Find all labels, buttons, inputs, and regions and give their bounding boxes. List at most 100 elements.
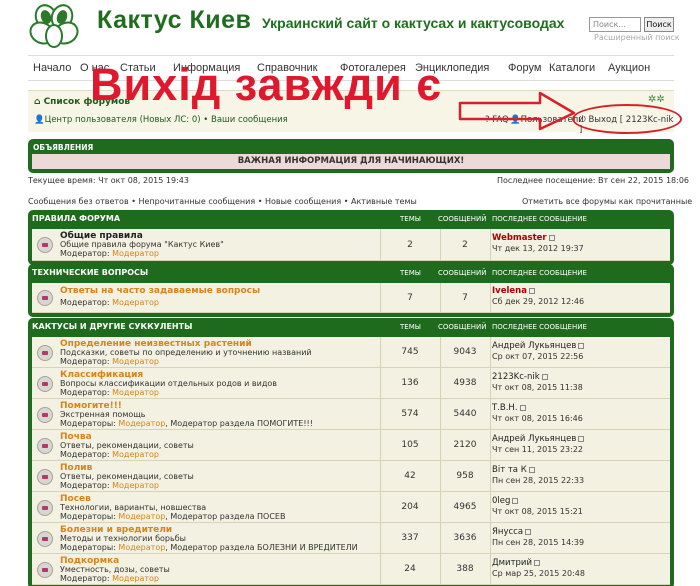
last-post-author[interactable]: Андрей Лукьянцев <box>492 341 585 351</box>
forum-row[interactable]: Почва Ответы, рекомендации, советы Модерат… <box>32 430 670 461</box>
forum-category: КАКТУСЫ И ДРУГИЕ СУККУЛЕНТЫ ТЕМЫ СООБЩЕНИЙ… <box>28 318 674 586</box>
moderator-link[interactable]: Модератор <box>112 357 159 366</box>
ucp-link[interactable]: 👤Центр пользователя (Новых ЛС: 0) • Ваши… <box>34 115 288 125</box>
col-last-header: ПОСЛЕДНЕЕ СООБЩЕНИЕ <box>492 215 587 223</box>
last-post-author[interactable]: Webmaster <box>492 233 555 243</box>
view-latest-post-icon[interactable] <box>533 559 540 566</box>
forum-description: Уместность, дозы, советы <box>60 565 170 574</box>
forum-description: Общие правила форума "Кактус Киев" <box>60 240 224 249</box>
last-post-author-name: 2123Kc-nik <box>492 372 540 382</box>
view-latest-post-icon[interactable] <box>528 466 535 473</box>
forum-row[interactable]: Классификация Вопросы классификации отдел… <box>32 368 670 399</box>
nav-item-home[interactable]: Начало <box>33 62 71 74</box>
moderator-extra[interactable]: , Модератор раздела ПОСЕВ <box>165 512 285 521</box>
category-title[interactable]: КАКТУСЫ И ДРУГИЕ СУККУЛЕНТЫ <box>32 322 192 331</box>
advanced-search-link[interactable]: Расширенный поиск <box>594 33 680 42</box>
column-divider <box>490 492 491 523</box>
moderator-extra[interactable]: , Модератор раздела ПОМОГИТЕ!!! <box>165 419 313 428</box>
search-input[interactable]: Поиск... <box>589 17 641 32</box>
current-time: Текущее время: Чт окт 08, 2015 19:43 <box>28 176 189 185</box>
moderator-prefix: Модераторы: <box>60 543 116 552</box>
moderator-link[interactable]: Модератор <box>112 574 159 583</box>
forum-row[interactable]: Общие правила Общие правила форума "Какту… <box>32 229 670 261</box>
forum-name-link[interactable]: Ответы на часто задаваемые вопросы <box>60 286 260 296</box>
moderator-link[interactable]: Модератор <box>112 388 159 397</box>
view-latest-post-icon[interactable] <box>541 373 548 380</box>
moderator-link[interactable]: Модератор <box>118 419 165 428</box>
view-latest-post-icon[interactable] <box>528 287 535 294</box>
last-post-author-name: Андрей Лукьянцев <box>492 434 577 444</box>
forum-description: Методы и технологии борьбы <box>60 534 186 543</box>
view-latest-post-icon[interactable] <box>519 404 526 411</box>
search-button[interactable]: Поиск <box>644 17 674 32</box>
forum-topic-count: 574 <box>401 409 419 419</box>
last-post-author[interactable]: Ivelena <box>492 286 535 296</box>
last-visit: Последнее посещение: Вт сен 22, 2015 18:… <box>497 176 689 185</box>
last-post-author[interactable]: Т.В.Н. <box>492 403 526 413</box>
last-post-author[interactable]: 2123Kc-nik <box>492 372 548 382</box>
col-last-header: ПОСЛЕДНЕЕ СООБЩЕНИЕ <box>492 269 587 277</box>
forum-row[interactable]: Полив Ответы, рекомендации, советы Модерат… <box>32 461 670 492</box>
view-latest-post-icon[interactable] <box>512 497 519 504</box>
announcement-link[interactable]: ВАЖНАЯ ИНФОРМАЦИЯ ДЛЯ НАЧИНАЮЩИХ! <box>32 154 670 169</box>
forum-row[interactable]: Определение неизвестных растений Подсказк… <box>32 337 670 368</box>
last-post-author[interactable]: 0leg <box>492 496 519 506</box>
mark-read-link[interactable]: Отметить все форумы как прочитанные <box>522 197 692 206</box>
view-latest-post-icon[interactable] <box>548 234 555 241</box>
quick-links[interactable]: Сообщения без ответов • Непрочитанные со… <box>28 197 417 206</box>
column-divider <box>490 430 491 461</box>
forum-description: Ответы, рекомендации, советы <box>60 472 194 481</box>
moderator-prefix: Модератор: <box>60 481 110 490</box>
view-latest-post-icon[interactable] <box>525 528 532 535</box>
forum-moderators: Модератор: Модератор <box>60 388 159 397</box>
col-last-header: ПОСЛЕДНЕЕ СООБЩЕНИЕ <box>492 323 587 331</box>
logout-highlight-ellipse <box>572 104 682 134</box>
last-post-author[interactable]: Віт та К <box>492 465 535 475</box>
last-post-author[interactable]: Дмитрий <box>492 558 540 568</box>
last-post-author[interactable]: Янусса <box>492 527 532 537</box>
cactus-logo-icon[interactable] <box>28 3 80 49</box>
forum-moderators: Модераторы: Модератор, Модератор раздела… <box>60 543 358 552</box>
moderator-link[interactable]: Модератор <box>118 512 165 521</box>
forum-topic-count: 24 <box>404 564 416 574</box>
moderator-link[interactable]: Модератор <box>112 481 159 490</box>
last-post-author-name: 0leg <box>492 496 511 506</box>
column-divider <box>490 368 491 399</box>
moderator-link[interactable]: Модератор <box>112 249 159 258</box>
forum-moderators: Модератор: Модератор <box>60 298 159 307</box>
forum-post-count: 2120 <box>453 440 477 450</box>
moderator-link[interactable]: Модератор <box>112 450 159 459</box>
site-header: Кактус Киев Украинский сайт о кактусах и… <box>0 0 700 52</box>
moderator-link[interactable]: Модератор <box>118 543 165 552</box>
forum-topic-count: 337 <box>401 533 419 543</box>
last-post-author[interactable]: Андрей Лукьянцев <box>492 434 585 444</box>
forum-moderators: Модератор: Модератор <box>60 357 159 366</box>
category-title[interactable]: ПРАВИЛА ФОРУМА <box>32 214 120 223</box>
forum-row[interactable]: Ответы на часто задаваемые вопросы Модера… <box>32 283 670 313</box>
forum-post-count: 5440 <box>453 409 477 419</box>
forum-row[interactable]: Посев Технологии, варианты, новшества Моде… <box>32 492 670 523</box>
view-latest-post-icon[interactable] <box>578 435 585 442</box>
category-header: ТЕХНИЧЕСКИЕ ВОПРОСЫ ТЕМЫ СООБЩЕНИЙ ПОСЛЕДНЕ… <box>28 264 674 281</box>
nav-item-forum[interactable]: Форум <box>508 62 541 74</box>
forum-topic-count: 745 <box>401 347 419 357</box>
last-post-date: Чт сен 11, 2015 23:22 <box>492 445 584 454</box>
ucp-label: Центр пользователя (Новых ЛС: 0) • Ваши … <box>44 115 288 125</box>
last-post-author-name: Т.В.Н. <box>492 403 518 413</box>
forum-description: Ответы, рекомендации, советы <box>60 441 194 450</box>
forum-row[interactable]: Помогите!!! Экстренная помощь Модераторы: … <box>32 399 670 430</box>
column-divider <box>490 399 491 430</box>
site-title[interactable]: Кактус Киев <box>97 6 251 35</box>
moderator-link[interactable]: Модератор <box>112 298 159 307</box>
forum-row[interactable]: Болезни и вредители Методы и технологии б… <box>32 523 670 554</box>
forum-read-icon <box>37 499 53 516</box>
col-posts-header: СООБЩЕНИЙ <box>438 269 487 277</box>
forum-post-count: 958 <box>456 471 474 481</box>
nav-item-auction[interactable]: Аукцион <box>608 62 650 74</box>
forum-row[interactable]: Подкормка Уместность, дозы, советы Модерат… <box>32 554 670 585</box>
view-latest-post-icon[interactable] <box>578 342 585 349</box>
category-title[interactable]: ТЕХНИЧЕСКИЕ ВОПРОСЫ <box>32 268 148 277</box>
moderator-extra[interactable]: , Модератор раздела БОЛЕЗНИ И ВРЕДИТЕЛИ <box>165 543 357 552</box>
forum-read-icon <box>37 468 53 485</box>
nav-item-catalogs[interactable]: Каталоги <box>549 62 595 74</box>
